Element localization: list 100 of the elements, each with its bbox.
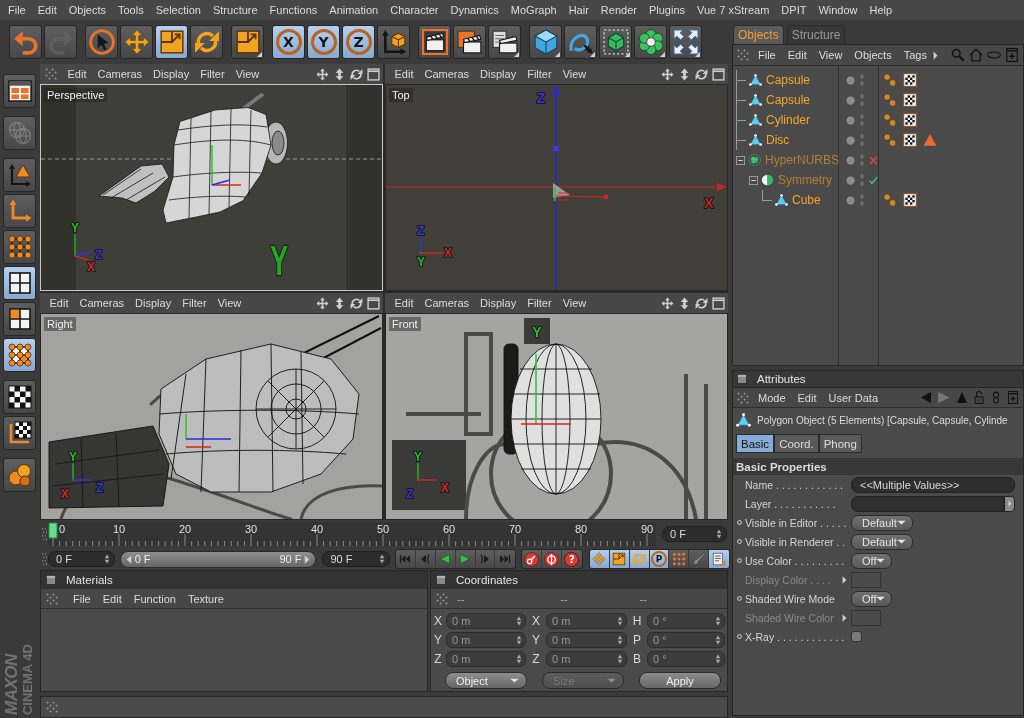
menu-item[interactable]: Cameras <box>418 64 475 84</box>
menu-item[interactable]: Texture <box>181 588 230 609</box>
menu-item[interactable]: Character <box>384 0 445 20</box>
menu-item[interactable]: View <box>812 45 849 65</box>
two-dots-icon[interactable] <box>860 74 864 86</box>
panel-tab[interactable]: Coord. <box>774 434 819 453</box>
checker-icon[interactable] <box>903 193 917 207</box>
ring-icon[interactable] <box>737 634 742 639</box>
vertical-arrows-icon[interactable] <box>678 67 691 81</box>
toolbar-button[interactable]: Y <box>307 25 340 59</box>
triangle-icon[interactable] <box>923 133 937 147</box>
checker-icon[interactable] <box>903 133 917 147</box>
mode-button[interactable] <box>3 266 36 300</box>
two-dots-icon[interactable] <box>860 194 864 206</box>
menu-item[interactable]: Help <box>863 0 899 20</box>
menu-item[interactable]: Animation <box>323 0 385 20</box>
mode-button[interactable] <box>3 74 36 108</box>
checker-icon[interactable] <box>903 113 917 127</box>
move-icon[interactable] <box>661 67 674 81</box>
dot-icon[interactable] <box>846 75 855 85</box>
viewport[interactable]: Front Y Z X Y <box>385 313 728 520</box>
menu-item[interactable]: Plugins <box>642 0 691 20</box>
grip-icon[interactable] <box>46 592 58 605</box>
move-icon[interactable] <box>316 67 329 81</box>
viewport[interactable]: Top Z Y X Z X <box>385 84 728 291</box>
two-balls-icon[interactable] <box>883 113 897 127</box>
two-dots-icon[interactable] <box>860 114 864 126</box>
two-balls-icon[interactable] <box>883 73 897 87</box>
mode-button[interactable] <box>3 230 36 264</box>
menu-item[interactable]: View <box>212 293 247 313</box>
mode-button[interactable] <box>3 380 36 414</box>
menu-item[interactable]: MoGraph <box>504 0 563 20</box>
dropdown[interactable]: Default <box>851 533 913 550</box>
object-name[interactable]: Capsule <box>766 73 811 87</box>
panel-tab[interactable]: Phong <box>818 434 862 453</box>
menu-item[interactable]: Objects <box>848 45 898 65</box>
square-icon[interactable] <box>436 575 446 585</box>
menu-item[interactable]: Functions <box>263 0 324 20</box>
menu-item[interactable]: Edit <box>62 64 92 84</box>
key-filter-button[interactable] <box>609 550 630 568</box>
menu-item[interactable]: Tools <box>112 0 150 20</box>
record-button[interactable] <box>542 550 563 568</box>
mode-button[interactable] <box>3 416 36 450</box>
number-field[interactable]: 0 m <box>546 632 627 648</box>
collapse-icon[interactable] <box>736 155 745 165</box>
menu-item[interactable]: Render <box>594 0 643 20</box>
menu-item[interactable]: Tags <box>897 45 933 65</box>
grip-icon[interactable] <box>42 552 47 566</box>
menu-item[interactable]: DPIT <box>775 0 813 20</box>
panel-tab[interactable]: Structure <box>786 25 846 44</box>
two-dots-icon[interactable] <box>860 174 864 186</box>
maximize-icon[interactable] <box>367 67 380 81</box>
menu-item[interactable]: Display <box>129 293 177 313</box>
menu-item[interactable]: Window <box>812 0 864 20</box>
apply-button[interactable]: Apply <box>639 672 721 689</box>
menu-item[interactable]: Function <box>127 588 182 609</box>
two-balls-icon[interactable] <box>883 193 897 207</box>
key-filter-button[interactable] <box>589 550 610 568</box>
two-dots-icon[interactable] <box>860 134 864 146</box>
grip-icon[interactable] <box>436 592 448 605</box>
triangle-right-icon[interactable] <box>932 50 938 60</box>
toolbar-button[interactable] <box>377 25 410 59</box>
menu-item[interactable]: File <box>752 45 782 65</box>
toolbar-button[interactable]: Z <box>342 25 375 59</box>
menu-item[interactable]: Cameras <box>418 293 475 313</box>
ring-icon[interactable] <box>737 596 742 601</box>
number-field[interactable]: 0 ° <box>647 651 725 667</box>
viewport[interactable]: Perspective Y Z X Y <box>40 84 383 291</box>
checkbox[interactable] <box>851 631 862 642</box>
viewport[interactable]: Right Y X Z <box>40 313 383 520</box>
vertical-arrows-icon[interactable] <box>678 296 691 310</box>
text-field[interactable]: <<Multiple Values>> <box>851 476 1015 493</box>
menu-item[interactable]: Edit <box>389 293 419 313</box>
menu-item[interactable]: Filter <box>194 64 231 84</box>
menu-item[interactable]: Display <box>474 64 522 84</box>
grip-icon[interactable] <box>737 391 749 404</box>
dropdown[interactable]: Default <box>851 514 913 531</box>
toolbar-button[interactable] <box>231 25 264 59</box>
toolbar-button[interactable] <box>453 25 486 59</box>
link-button[interactable] <box>1004 495 1015 512</box>
number-field[interactable]: 0 m <box>546 651 627 667</box>
number-field[interactable]: 0 ° <box>647 632 725 648</box>
menu-item[interactable]: Vue 7 xStream <box>691 0 776 20</box>
menu-item[interactable]: Cameras <box>91 64 148 84</box>
menu-item[interactable]: Edit <box>781 45 813 65</box>
menu-item[interactable]: Edit <box>791 387 823 408</box>
circular-arrows-icon[interactable] <box>350 67 363 81</box>
key-filter-button[interactable] <box>629 550 650 568</box>
toolbar-button[interactable] <box>85 25 118 59</box>
record-button[interactable] <box>522 550 543 568</box>
link-field[interactable] <box>851 495 1004 512</box>
maximize-icon[interactable] <box>712 296 725 310</box>
maximize-icon[interactable] <box>712 67 725 81</box>
menu-item[interactable]: Edit <box>96 588 128 609</box>
range-slider[interactable]: 0 F 90 F <box>119 550 317 568</box>
mode-button[interactable] <box>3 158 36 192</box>
toolbar-button[interactable] <box>529 25 562 59</box>
maximize-icon[interactable] <box>367 296 380 310</box>
dot-icon[interactable] <box>846 175 855 185</box>
two-dots-icon[interactable] <box>860 154 864 166</box>
